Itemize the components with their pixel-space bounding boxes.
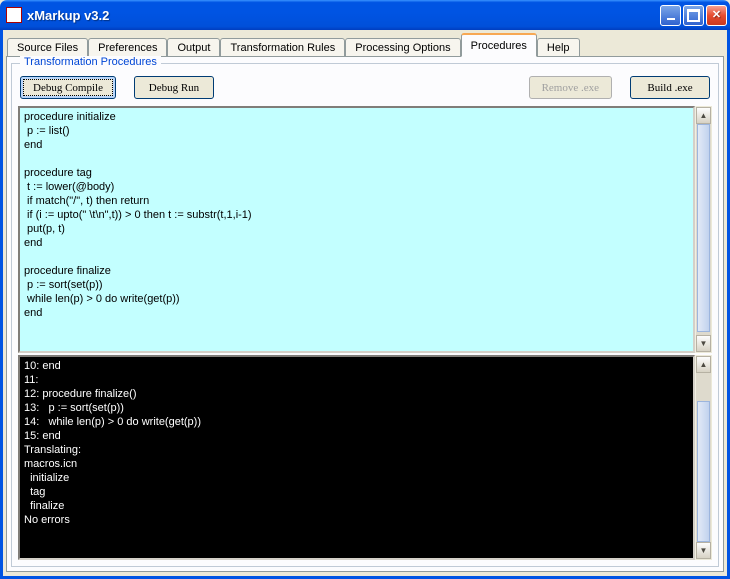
minimize-button[interactable] [660,5,681,26]
tab-preferences[interactable]: Preferences [88,38,167,57]
scroll-down-icon[interactable]: ▼ [696,335,711,352]
tab-help[interactable]: Help [537,38,580,57]
build-exe-button[interactable]: Build .exe [630,76,710,99]
tab-panel: Transformation Procedures Debug Compile … [6,56,724,572]
tab-procedures[interactable]: Procedures [461,33,537,57]
editor-scrollbar[interactable]: ▲ ▼ [695,106,712,353]
tab-strip: Source Files Preferences Output Transfor… [6,33,724,56]
scroll-thumb[interactable] [697,124,710,332]
tab-transformation-rules[interactable]: Transformation Rules [220,38,345,57]
maximize-button[interactable] [683,5,704,26]
button-row: Debug Compile Debug Run Remove .exe Buil… [18,76,712,99]
console-scrollbar[interactable]: ▲ ▼ [695,355,712,560]
output-console[interactable]: 10: end 11: 12: procedure finalize() 13:… [18,355,695,560]
client-area: Source Files Preferences Output Transfor… [0,30,730,579]
remove-exe-button: Remove .exe [529,76,612,99]
procedures-group: Transformation Procedures Debug Compile … [11,63,719,567]
app-icon [6,7,22,23]
tab-processing-options[interactable]: Processing Options [345,38,460,57]
title-bar: xMarkup v3.2 [0,0,730,30]
scroll-thumb[interactable] [697,401,710,542]
scroll-up-icon[interactable]: ▲ [696,356,711,373]
source-editor[interactable]: procedure initialize p := list() end pro… [18,106,695,353]
tab-source-files[interactable]: Source Files [7,38,88,57]
scroll-down-icon[interactable]: ▼ [696,542,711,559]
close-button[interactable] [706,5,727,26]
group-title: Transformation Procedures [20,56,161,68]
window-title: xMarkup v3.2 [27,8,660,23]
scroll-up-icon[interactable]: ▲ [696,107,711,124]
debug-compile-button[interactable]: Debug Compile [20,76,116,99]
tab-output[interactable]: Output [167,38,220,57]
debug-run-button[interactable]: Debug Run [134,76,214,99]
